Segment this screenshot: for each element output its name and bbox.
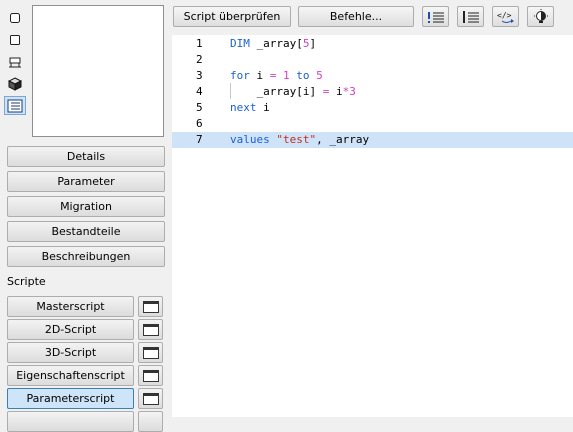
beschreibungen-button[interactable]: Beschreibungen <box>7 246 165 267</box>
cube-icon[interactable] <box>4 74 26 93</box>
line-number: 5 <box>196 101 203 114</box>
code-tag-icon[interactable]: </> <box>492 6 519 27</box>
code-text: for i = 1 to 5 <box>230 68 323 84</box>
code-token: 5 <box>316 69 323 82</box>
line-number: 6 <box>196 117 203 130</box>
code-line: 5 next i <box>172 100 573 116</box>
left-panel: Details Parameter Migration Bestandteile… <box>0 0 170 432</box>
2d-script-button[interactable]: 2D-Script <box>7 319 134 340</box>
masterscript-button[interactable]: Masterscript <box>7 296 134 317</box>
line-number: 7 <box>196 133 203 146</box>
code-token: i <box>329 85 343 98</box>
square-rounded-icon[interactable] <box>4 8 26 27</box>
preview-pane <box>32 5 164 137</box>
scripts-section-label: Scripte <box>7 275 46 288</box>
line-number: 1 <box>196 37 203 50</box>
window-icon <box>142 392 159 405</box>
migration-button[interactable]: Migration <box>7 196 165 217</box>
details-button[interactable]: Details <box>7 146 165 167</box>
parameterscript-window-button[interactable] <box>138 388 163 409</box>
2d-script-window-button[interactable] <box>138 319 163 340</box>
code-token: for <box>230 69 250 82</box>
window-icon <box>142 346 159 359</box>
code-editor[interactable]: 1 DIM _array[5] 2 3 for i = 1 to 5 4 _arra… <box>172 35 573 417</box>
line-number: 2 <box>196 53 203 66</box>
code-text: _array[i] = i*3 <box>230 84 356 100</box>
code-token: i <box>249 69 270 82</box>
code-token: _array[ <box>249 37 303 50</box>
next-script-button[interactable] <box>7 411 134 432</box>
code-text: values "test", _array <box>230 132 369 148</box>
view-icon-column <box>4 8 28 118</box>
parameterscript-button[interactable]: Parameterscript <box>7 388 134 409</box>
window-icon <box>142 323 159 336</box>
editor-toolbar: Script überprüfen Befehle... </> <box>170 0 573 34</box>
next-script-window-button[interactable] <box>138 411 163 432</box>
list-format-icon[interactable] <box>457 6 484 27</box>
square-icon[interactable] <box>4 30 26 49</box>
bestandteile-button[interactable]: Bestandteile <box>7 221 165 242</box>
code-line: 6 <box>172 116 573 132</box>
line-number: 4 <box>196 85 203 98</box>
code-text: next i <box>230 100 270 116</box>
code-token: ] <box>309 37 317 50</box>
code-token: next <box>230 101 257 114</box>
line-number: 3 <box>196 69 203 82</box>
window-icon <box>142 300 159 313</box>
code-line: 1 DIM _array[5] <box>172 36 573 52</box>
code-token: to <box>296 69 310 82</box>
code-token: _array[i] <box>230 85 323 98</box>
code-token: "test" <box>276 133 317 146</box>
svg-text:</>: </> <box>497 11 512 20</box>
list-icon[interactable] <box>4 96 26 115</box>
commands-button[interactable]: Befehle... <box>298 6 414 27</box>
indent-guide <box>230 83 231 99</box>
window-icon <box>142 369 159 382</box>
code-line: 2 <box>172 52 573 68</box>
code-token: values <box>230 133 270 146</box>
code-line-highlighted: 7 values "test", _array <box>172 132 573 148</box>
code-token: , _array <box>316 133 370 146</box>
eigenschaftenscript-window-button[interactable] <box>138 365 163 386</box>
table-icon[interactable] <box>4 52 26 71</box>
light-bulb-icon[interactable] <box>527 6 554 27</box>
code-line: 3 for i = 1 to 5 <box>172 68 573 84</box>
code-token: 3 <box>349 85 356 98</box>
check-script-button[interactable]: Script überprüfen <box>173 6 291 27</box>
code-token: 1 <box>283 69 290 82</box>
eigenschaftenscript-button[interactable]: Eigenschaftenscript <box>7 365 134 386</box>
code-token: DIM <box>230 37 250 50</box>
3d-script-button[interactable]: 3D-Script <box>7 342 134 363</box>
masterscript-window-button[interactable] <box>138 296 163 317</box>
code-text: DIM _array[5] <box>230 36 316 52</box>
code-token: i <box>256 101 270 114</box>
code-line: 4 _array[i] = i*3 <box>172 84 573 100</box>
parameter-button[interactable]: Parameter <box>7 171 165 192</box>
format-icon[interactable] <box>422 6 449 27</box>
3d-script-window-button[interactable] <box>138 342 163 363</box>
